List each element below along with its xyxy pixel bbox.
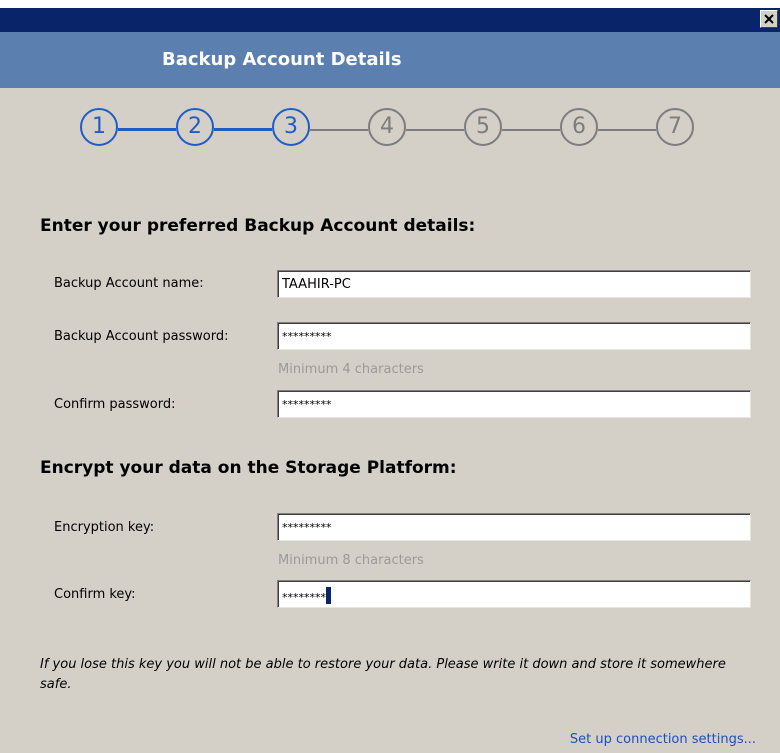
step-7: 7 [656,108,694,146]
step-connector [406,129,464,131]
step-connector [310,129,368,131]
page-title: Backup Account Details [162,49,402,70]
confirm-password-input[interactable]: ********* [277,390,751,418]
step-2: 2 [176,108,214,146]
confirm-password-label: Confirm password: [54,397,176,412]
account-password-label: Backup Account password: [54,329,229,344]
top-strip [0,0,780,8]
window-titlebar[interactable] [0,8,780,32]
step-connector [502,129,560,131]
step-3: 3 [272,108,310,146]
step-6: 6 [560,108,598,146]
password-hint: Minimum 4 characters [278,362,424,377]
step-connector [214,128,272,131]
close-button[interactable] [760,10,778,28]
encryption-key-label: Encryption key: [54,520,155,535]
confirm-key-label: Confirm key: [54,587,136,602]
key-warning-text: If you lose this key you will not be abl… [40,657,726,692]
key-hint: Minimum 8 characters [278,553,424,568]
step-5: 5 [464,108,502,146]
step-1: 1 [80,108,118,146]
step-connector [598,129,656,131]
step-indicator: 1 2 3 4 5 6 7 [80,104,720,154]
account-name-label: Backup Account name: [54,276,204,291]
text-caret [326,587,331,604]
encryption-section-heading: Encrypt your data on the Storage Platfor… [40,458,457,478]
backup-wizard-window: Backup Account Details 1 2 3 4 5 6 7 Ent… [0,0,780,753]
close-icon [764,14,774,24]
encryption-key-input[interactable]: ********* [277,513,751,541]
connection-settings-link[interactable]: Set up connection settings... [570,732,756,747]
account-password-input[interactable]: ********* [277,322,751,350]
step-4: 4 [368,108,406,146]
account-name-input[interactable]: TAAHIR-PC [277,270,751,298]
account-section-heading: Enter your preferred Backup Account deta… [40,216,476,236]
confirm-key-value: ******** [282,591,326,604]
confirm-key-input[interactable]: ******** [277,580,751,608]
step-connector [118,128,176,131]
